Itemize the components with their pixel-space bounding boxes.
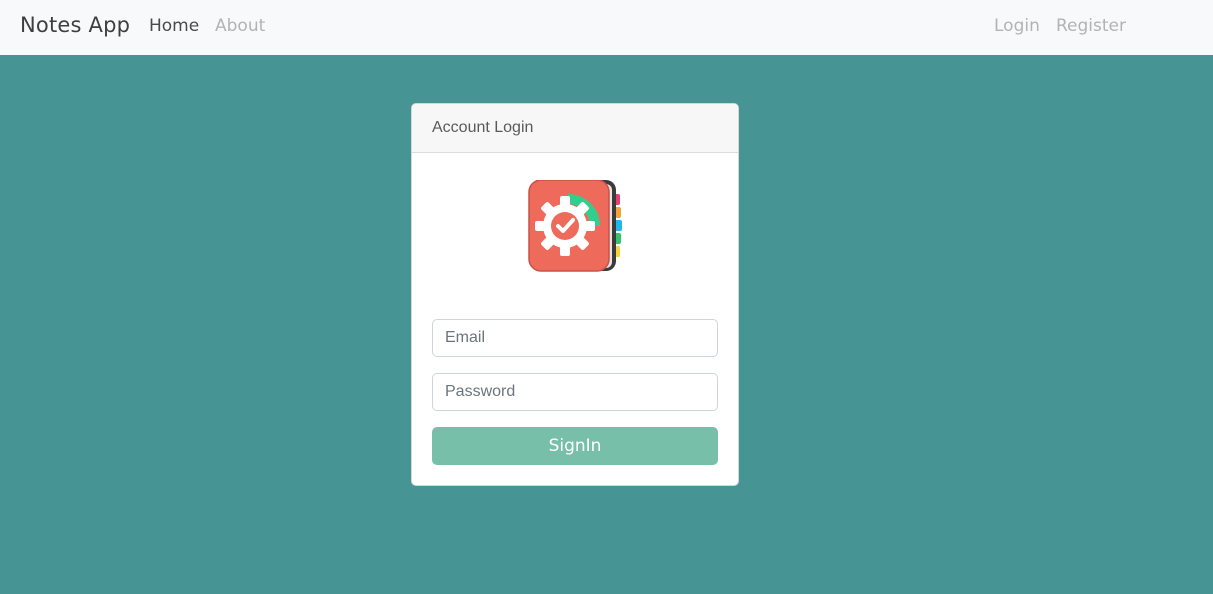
nav-link-register[interactable]: Register [1056, 16, 1126, 36]
navbar: Notes App Home About Login Register [0, 0, 1213, 55]
notebook-gear-icon [528, 179, 624, 272]
login-card: Account Login Email SignIn [411, 103, 739, 486]
signin-button[interactable]: SignIn [432, 427, 718, 465]
nav-link-home[interactable]: Home [149, 16, 199, 36]
email-input[interactable] [432, 319, 718, 357]
nav-link-login[interactable]: Login [994, 16, 1040, 36]
password-input[interactable] [432, 373, 718, 411]
nav-link-about[interactable]: About [215, 16, 265, 36]
card-header: Account Login [412, 104, 738, 153]
brand-logo[interactable]: Notes App [20, 13, 130, 37]
